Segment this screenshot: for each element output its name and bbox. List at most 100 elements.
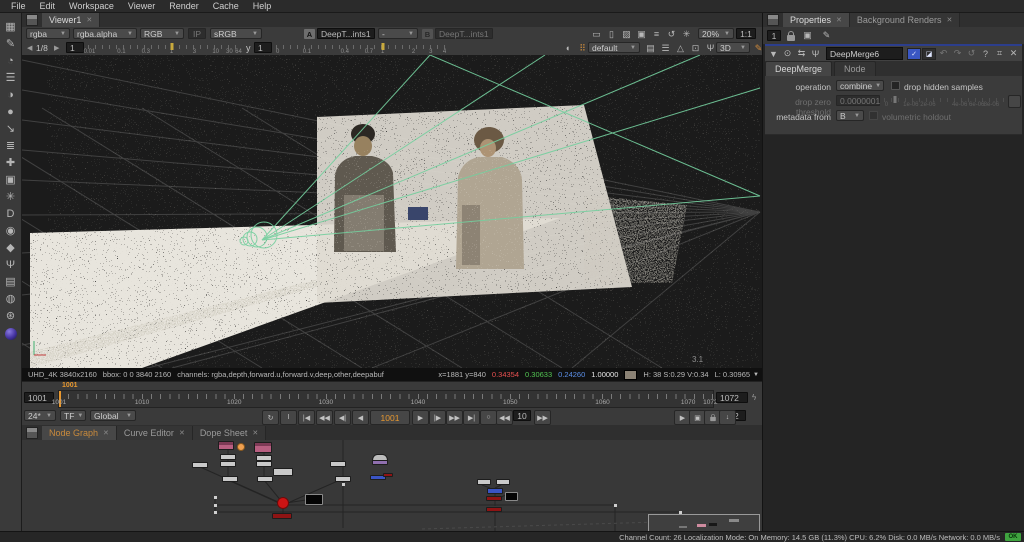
checkerboard-icon[interactable]: ▨ [620,28,633,40]
redo-icon[interactable]: ↷ [951,48,964,60]
tab-background-renders[interactable]: Background Renders✕ [850,13,960,27]
node[interactable] [220,461,236,467]
plugins-menu-icon[interactable]: ◍ [2,291,20,308]
gain-value[interactable]: 1 [66,42,84,53]
zoom-level-dropdown[interactable]: 20%▼ [698,28,734,39]
tab-curve-editor[interactable]: Curve Editor✕ [117,426,193,440]
float-panel-icon[interactable]: ⌗ [993,48,1006,60]
input-b-value[interactable]: DeepT...ints1 [435,28,493,39]
channels-swatch[interactable]: ✓ [907,48,921,60]
color-swatch[interactable]: ◪ [922,48,936,60]
read-node[interactable] [254,442,272,453]
wipe-icon[interactable]: ▣ [635,28,648,40]
particles-menu-icon[interactable]: ✳ [2,189,20,206]
node[interactable] [486,496,502,501]
help-icon[interactable]: ? [979,48,992,60]
step-forward-button[interactable]: |▶ [429,410,446,425]
volumetric-holdout-checkbox[interactable] [869,111,878,120]
center-node-icon[interactable]: ⊙ [781,48,794,60]
shading-icon[interactable]: ▤ [644,42,657,54]
step-back-button[interactable]: ◀| [334,410,351,425]
menu-viewer[interactable]: Viewer [121,1,162,11]
keyer-menu-icon[interactable]: ↘ [2,121,20,138]
chevron-down-icon[interactable]: ▼ [753,372,759,378]
play-button[interactable]: ▶ [412,410,429,425]
node[interactable] [372,460,388,465]
format-icon[interactable]: ▭ [590,28,603,40]
node-tab-deepmerge[interactable]: DeepMerge [765,61,832,76]
threshold-input[interactable]: 0.0000001 [836,95,880,106]
edit-properties-icon[interactable]: ✎ [820,30,833,42]
node[interactable] [383,473,393,477]
node[interactable] [330,461,346,467]
headlamp-icon[interactable]: ◖ [561,42,574,54]
timeline-ruler[interactable]: 100110101020103010401050106010701072 [58,390,714,408]
node-name-input[interactable]: DeepMerge6 [826,47,903,60]
alpha-dropdown[interactable]: rgba.alpha▼ [73,28,137,39]
downrez-next-icon[interactable]: ▶ [54,44,59,52]
lock-panels-icon[interactable] [787,35,795,41]
render-in-background-icon[interactable]: ↓ [719,410,736,425]
decrement-frame-button[interactable]: ◀◀ [496,410,513,425]
node[interactable] [273,468,293,476]
timecode-frames-dropdown[interactable]: TF▼ [60,410,86,421]
outliner-icon[interactable]: ☰ [659,42,672,54]
menu-cache[interactable]: Cache [206,1,246,11]
selected-node[interactable] [277,497,289,509]
layer-dropdown[interactable]: rgba▼ [26,28,70,39]
pane-split-icon[interactable]: ϟ [752,393,756,402]
current-frame-input[interactable]: 1001 [370,410,410,425]
max-panels-input[interactable]: 1 [767,30,781,41]
compare-icon[interactable]: ≡ [650,28,663,40]
tab-viewer1[interactable]: Viewer1✕ [42,13,100,27]
frame-range-button[interactable]: I [280,410,297,425]
color-menu-icon[interactable]: ◑ [2,87,20,104]
range-start-input[interactable]: 1001 [24,392,54,403]
ab-mode-dropdown[interactable]: -▼ [378,28,418,39]
range-end-input[interactable]: 1072 [716,392,748,403]
ofx-menu-icon[interactable]: ⊛ [2,308,20,325]
views-menu-icon[interactable]: ◉ [2,223,20,240]
node[interactable] [220,454,236,460]
revert-icon[interactable]: ↺ [965,48,978,60]
next-keyframe-button[interactable]: ▶▶ [446,410,463,425]
slider-handle[interactable] [381,43,384,50]
menu-edit[interactable]: Edit [33,1,63,11]
node[interactable] [496,479,510,485]
viewer-node[interactable] [505,492,518,501]
sphere-menu-icon[interactable] [5,328,17,340]
node[interactable] [486,507,502,512]
node[interactable] [257,476,273,482]
loop-mode-button[interactable]: ↻ [262,410,279,425]
gamma-slider[interactable]: 00.10.40.71234 [276,42,448,54]
transform-menu-icon[interactable]: ✚ [2,155,20,172]
node[interactable] [487,488,503,494]
node[interactable] [192,462,208,468]
goto-end-button[interactable]: ▶| [463,410,480,425]
toolsets-menu-icon[interactable]: Ψ [2,257,20,274]
input-a-chip[interactable]: A [304,29,315,39]
close-tab-icon[interactable]: ✕ [103,429,109,437]
node[interactable] [477,479,491,485]
slider-handle[interactable] [893,96,896,103]
pane-menu-icon[interactable] [26,427,38,439]
close-tab-icon[interactable]: ✕ [946,16,952,24]
tab-dope-sheet[interactable]: Dope Sheet✕ [193,426,266,440]
play-backward-button[interactable]: ◀ [352,410,369,425]
view-mode-dropdown[interactable]: 3D▼ [716,42,750,53]
menu-workspace[interactable]: Workspace [62,1,121,11]
close-panel-icon[interactable]: ✕ [1007,48,1020,60]
undo-icon[interactable]: ↶ [937,48,950,60]
mask-overlay-icon[interactable]: ▯ [605,28,618,40]
viewer-node[interactable] [305,494,323,505]
display-channels-dropdown[interactable]: RGB▼ [140,28,184,39]
node[interactable] [335,476,351,482]
roi-icon[interactable]: ✳ [680,28,693,40]
gamma-value[interactable]: 1 [254,42,272,53]
menu-render[interactable]: Render [162,1,206,11]
node[interactable] [272,513,292,519]
pane-menu-icon[interactable] [767,14,779,26]
filter-menu-icon[interactable]: ● [2,104,20,121]
node-graph-canvas[interactable] [22,440,762,531]
metadata-menu-icon[interactable]: ◆ [2,240,20,257]
